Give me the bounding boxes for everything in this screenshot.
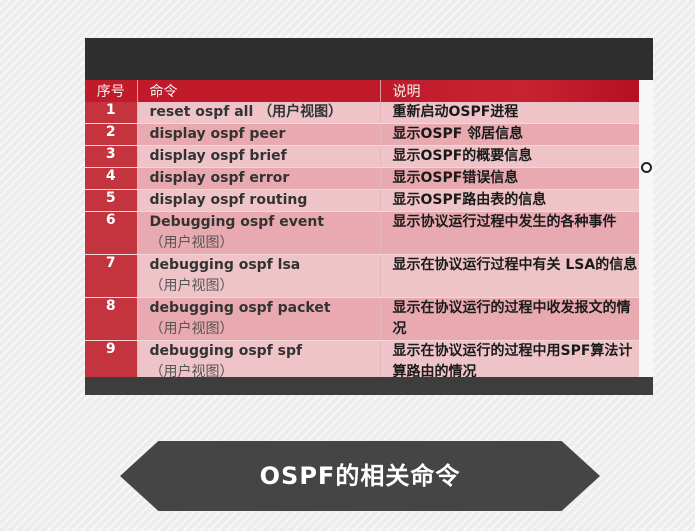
slide-top-bar	[85, 38, 653, 80]
table-row: 4 display ospf error 显示OSPF错误信息	[85, 167, 639, 190]
table-row: 6 Debugging ospf event （用户视图） 显示协议运行过程中发…	[85, 211, 639, 255]
ospf-command-table: 序号 命令 说明 1 reset ospf all （用户视图） 重新启动OSP…	[85, 80, 639, 384]
row-command: display ospf routing	[137, 189, 381, 212]
slide-frame: 序号 命令 说明 1 reset ospf all （用户视图） 重新启动OSP…	[85, 38, 653, 395]
caption-title: OSPF的相关命令	[259, 462, 461, 490]
row-command-note: （用户视图）	[149, 321, 234, 337]
row-command: display ospf error	[137, 167, 381, 190]
row-num: 5	[85, 189, 138, 212]
table-row: 2 display ospf peer 显示OSPF 邻居信息	[85, 123, 639, 146]
row-command: display ospf peer	[137, 123, 381, 146]
row-description: 显示OSPF错误信息	[380, 167, 639, 190]
row-num: 3	[85, 145, 138, 168]
row-num: 6	[85, 211, 138, 255]
table-row: 5 display ospf routing 显示OSPF路由表的信息	[85, 189, 639, 212]
slide-right-strip	[639, 80, 653, 390]
row-command: reset ospf all （用户视图）	[137, 102, 381, 124]
row-command: display ospf brief	[137, 145, 381, 168]
row-num: 8	[85, 297, 138, 341]
row-command-cell: Debugging ospf event （用户视图）	[137, 211, 381, 255]
row-command-cell: debugging ospf lsa （用户视图）	[137, 254, 381, 298]
table-header-row: 序号 命令 说明	[85, 80, 639, 102]
row-command: debugging ospf spf	[149, 343, 303, 359]
row-command-cell: debugging ospf packet （用户视图）	[137, 297, 381, 341]
row-description: 显示OSPF 邻居信息	[380, 123, 639, 146]
row-num: 7	[85, 254, 138, 298]
row-num: 1	[85, 102, 138, 124]
row-command: debugging ospf lsa	[149, 257, 301, 273]
table-row: 3 display ospf brief 显示OSPF的概要信息	[85, 145, 639, 168]
row-command-note: （用户视图）	[149, 278, 234, 294]
row-command: debugging ospf packet	[149, 300, 331, 316]
header-desc: 说明	[380, 80, 639, 102]
row-description: 显示在协议运行的过程中收发报文的情况	[380, 297, 639, 341]
header-num: 序号	[85, 80, 138, 102]
table-row: 1 reset ospf all （用户视图） 重新启动OSPF进程	[85, 102, 639, 124]
row-description: 重新启动OSPF进程	[380, 102, 639, 124]
circle-marker-icon	[641, 162, 652, 173]
table-row: 7 debugging ospf lsa （用户视图） 显示在协议运行过程中有关…	[85, 254, 639, 298]
row-num: 4	[85, 167, 138, 190]
row-command: Debugging ospf event	[149, 214, 325, 230]
header-cmd: 命令	[137, 80, 381, 102]
slide-bottom-bar	[85, 377, 653, 395]
row-num: 2	[85, 123, 138, 146]
row-description: 显示协议运行过程中发生的各种事件	[380, 211, 639, 255]
row-command-note: （用户视图）	[149, 235, 234, 251]
row-description: 显示OSPF路由表的信息	[380, 189, 639, 212]
row-description: 显示在协议运行过程中有关 LSA的信息	[380, 254, 639, 298]
row-description: 显示OSPF的概要信息	[380, 145, 639, 168]
table-row: 8 debugging ospf packet （用户视图） 显示在协议运行的过…	[85, 297, 639, 341]
